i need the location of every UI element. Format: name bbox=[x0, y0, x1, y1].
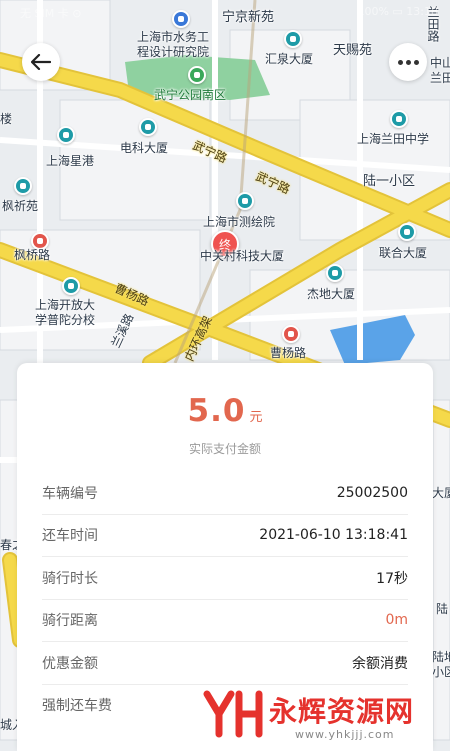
more-dot-icon bbox=[413, 59, 419, 65]
map-label-caoyang-station: 曹杨路 bbox=[270, 346, 307, 360]
status-bar: 无 SIM 卡 ⊙ 100% ▭ 13:18 bbox=[0, 0, 450, 24]
back-button[interactable] bbox=[22, 43, 60, 81]
map-label-fengqiyuan: 枫祈苑 bbox=[2, 199, 39, 213]
poi-huiquan-icon bbox=[284, 30, 302, 48]
detail-value: 25002500 bbox=[336, 484, 408, 501]
poi-park-icon bbox=[188, 66, 206, 84]
status-battery-time: 100% ▭ 13:18 bbox=[357, 5, 438, 18]
map-label-wuning-park: 武宁公园南区 bbox=[154, 88, 227, 102]
detail-value: 2021-06-10 13:18:41 bbox=[259, 527, 408, 544]
watermark-title: 永辉资源网 bbox=[269, 695, 415, 728]
poi-cehui-icon bbox=[236, 192, 254, 210]
detail-row-vehicle-id: 车辆编号 25002500 bbox=[42, 472, 408, 515]
map-label-luyi: 陆一小区 bbox=[363, 174, 416, 189]
map-label-jiedi: 杰地大厦 bbox=[307, 287, 356, 301]
more-dot-icon bbox=[405, 59, 411, 65]
detail-row-discount: 优惠金额 余额消费 bbox=[42, 642, 408, 685]
watermark: 永辉资源网 www.yhkjjj.com bbox=[203, 686, 443, 746]
arrow-left-icon bbox=[31, 54, 51, 70]
detail-value: 0m bbox=[385, 612, 408, 629]
map-label-lianhe: 联合大厦 bbox=[379, 246, 428, 260]
map-label-luhai: 陆地 小区 bbox=[432, 650, 450, 679]
detail-row-ride-duration: 骑行时长 17秒 bbox=[42, 557, 408, 600]
map-label-dianke: 电科大厦 bbox=[120, 141, 169, 155]
poi-dianke-icon bbox=[139, 118, 157, 136]
poi-kaifang-icon bbox=[62, 277, 80, 295]
map-label-xinggang: 上海星港 bbox=[46, 154, 95, 168]
map-label-shuiwu: 上海市水务工 程设计研究院 bbox=[137, 30, 210, 59]
more-options-button[interactable] bbox=[389, 43, 427, 81]
watermark-url: www.yhkjjj.com bbox=[295, 728, 395, 741]
map-label-yuan: 陆 bbox=[436, 602, 449, 616]
detail-label: 骑行距离 bbox=[42, 613, 98, 630]
detail-row-return-time: 还车时间 2021-06-10 13:18:41 bbox=[42, 515, 408, 557]
detail-label: 还车时间 bbox=[42, 528, 98, 545]
map-label-lantian-school: 上海兰田中学 bbox=[357, 132, 430, 146]
map-label-huiquan: 汇泉大厦 bbox=[265, 52, 314, 66]
paid-amount: 5.0 bbox=[187, 393, 246, 429]
more-dot-icon bbox=[397, 59, 403, 65]
amount-caption: 实际支付金额 bbox=[188, 442, 261, 456]
map-label-zhongshan: 中山 兰田 bbox=[430, 56, 450, 85]
poi-fengqiyuan-icon bbox=[14, 177, 32, 195]
amount-row: 5.0 元 bbox=[17, 393, 433, 429]
map-label-dasha: 大厦 bbox=[432, 486, 450, 500]
map-label-kaifang: 上海开放大 学普陀分校 bbox=[35, 298, 96, 327]
detail-value: 17秒 bbox=[376, 570, 408, 587]
amount-unit: 元 bbox=[249, 410, 263, 425]
detail-label: 优惠金额 bbox=[42, 655, 98, 672]
map-label-zhongguancun: 中关村科技大厦 bbox=[200, 249, 285, 263]
poi-lianhe-icon bbox=[398, 223, 416, 241]
map-label-lou: 楼 bbox=[0, 112, 13, 126]
poi-jiedi-icon bbox=[326, 264, 344, 282]
poi-school-icon bbox=[390, 110, 408, 128]
status-carrier: 无 SIM 卡 ⊙ bbox=[20, 7, 82, 20]
map-label-cehui: 上海市测绘院 bbox=[203, 215, 276, 229]
detail-label: 强制还车费 bbox=[42, 698, 112, 715]
poi-caoyang-station-icon bbox=[282, 325, 300, 343]
detail-label: 骑行时长 bbox=[42, 570, 98, 587]
poi-xinggang-icon bbox=[57, 126, 75, 144]
watermark-logo-icon bbox=[203, 690, 263, 738]
detail-value: 余额消费 bbox=[352, 655, 408, 672]
detail-row-ride-distance: 骑行距离 0m bbox=[42, 600, 408, 642]
map-label-tianciyuan: 天赐苑 bbox=[333, 43, 373, 58]
detail-label: 车辆编号 bbox=[42, 485, 98, 502]
map-label-fengqiao-road: 枫桥路 bbox=[14, 248, 51, 262]
